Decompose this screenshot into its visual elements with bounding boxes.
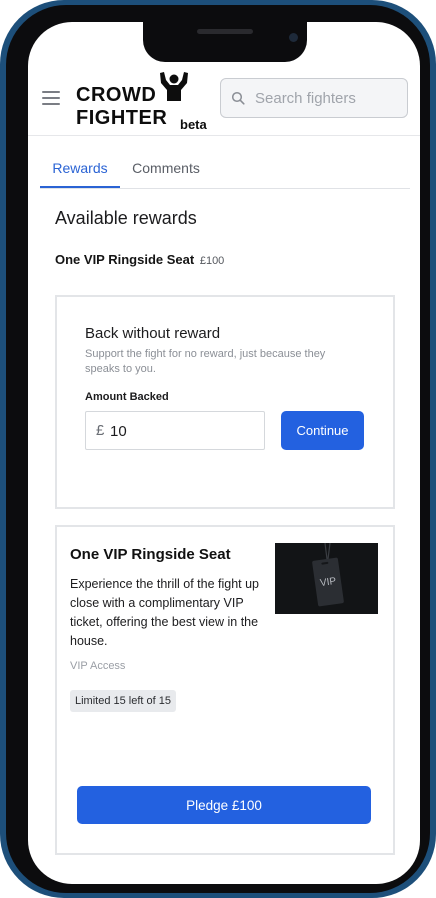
currency-symbol: £ bbox=[96, 422, 105, 439]
featured-reward-summary: One VIP Ringside Seat £100 bbox=[55, 252, 224, 267]
phone-bezel: CROWD FIGHTER beta Rew bbox=[6, 5, 430, 893]
pledge-button[interactable]: Pledge £100 bbox=[77, 786, 371, 824]
reward-card: One VIP Ringside Seat Experience the thr… bbox=[55, 525, 395, 855]
vip-pass-text: VIP bbox=[319, 576, 337, 589]
hamburger-icon[interactable] bbox=[42, 91, 60, 105]
reward-limit-badge: Limited 15 left of 15 bbox=[70, 690, 177, 712]
featured-reward-title: One VIP Ringside Seat bbox=[55, 252, 195, 267]
continue-button[interactable]: Continue bbox=[281, 411, 364, 450]
logo-beta-label: beta bbox=[180, 117, 207, 132]
camera-icon bbox=[289, 33, 298, 42]
crowdfighter-logo[interactable]: CROWD FIGHTER beta bbox=[76, 72, 218, 136]
featured-reward-price: £100 bbox=[199, 255, 225, 267]
vip-pass-illustration: VIP bbox=[275, 543, 378, 614]
search-box[interactable] bbox=[220, 78, 408, 118]
back-without-reward-card: Back without reward Support the fight fo… bbox=[55, 295, 395, 509]
phone-frame: CROWD FIGHTER beta Rew bbox=[0, 0, 436, 898]
fighter-silhouette-icon bbox=[160, 72, 188, 101]
amount-backed-label: Amount Backed bbox=[85, 391, 169, 403]
reward-title: One VIP Ringside Seat bbox=[70, 546, 231, 563]
app-screen: CROWD FIGHTER beta Rew bbox=[28, 22, 420, 884]
back-card-description: Support the fight for no reward, just be… bbox=[85, 348, 326, 375]
back-card-title: Back without reward bbox=[85, 325, 221, 342]
vip-pass-image: VIP bbox=[275, 543, 378, 614]
search-icon bbox=[231, 91, 245, 105]
amount-field[interactable]: £ bbox=[85, 411, 265, 450]
reward-description: Experience the thrill of the fight up cl… bbox=[70, 577, 260, 648]
section-title: Available rewards bbox=[55, 208, 197, 228]
tab-bar: Rewards Comments bbox=[40, 155, 410, 189]
amount-input[interactable] bbox=[110, 420, 250, 442]
search-input[interactable] bbox=[255, 85, 400, 111]
logo-word-fighter: FIGHTER bbox=[76, 107, 168, 129]
app-header: CROWD FIGHTER beta bbox=[28, 70, 420, 136]
logo-word-crowd: CROWD bbox=[76, 84, 157, 106]
tab-rewards[interactable]: Rewards bbox=[40, 155, 120, 188]
reward-tag: VIP Access bbox=[70, 660, 126, 672]
notch bbox=[143, 22, 307, 62]
speaker-grille bbox=[197, 29, 253, 34]
tab-comments[interactable]: Comments bbox=[128, 155, 204, 188]
